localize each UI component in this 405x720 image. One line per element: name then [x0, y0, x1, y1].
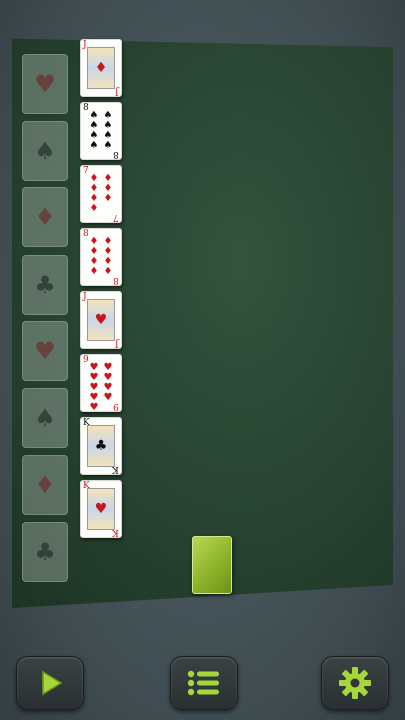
suit-pip: ♦ — [103, 193, 113, 204]
suit-pip: ♥ — [94, 312, 108, 328]
face-card-art: ♦ — [87, 47, 115, 89]
suit-pip: ♥ — [103, 392, 113, 403]
playing-card[interactable]: K K ♥ — [80, 480, 122, 538]
playing-card[interactable]: K K ♣ — [80, 417, 122, 475]
settings-button[interactable] — [321, 656, 389, 710]
card-rank: J — [115, 338, 119, 348]
suit-pip: ♣ — [94, 438, 108, 454]
foundation-slot-heart[interactable]: ♥ — [22, 54, 68, 114]
diamond-icon: ♦ — [34, 203, 56, 231]
suit-pip: ♥ — [89, 402, 99, 412]
foundation-slot-diamond[interactable]: ♦ — [22, 455, 68, 515]
foundation-slot-heart[interactable]: ♥ — [22, 321, 68, 381]
face-card-art: ♣ — [87, 425, 115, 467]
foundation-slot-spade[interactable]: ♠ — [22, 388, 68, 448]
suit-pip: ♦ — [89, 266, 99, 277]
game-table — [12, 38, 393, 608]
playing-card[interactable]: 77♦♦♦♦♦♦♦♦ — [80, 165, 122, 223]
spade-icon: ♠ — [34, 404, 56, 432]
foundation-slot-club[interactable]: ♣ — [22, 522, 68, 582]
play-button[interactable] — [16, 656, 84, 710]
card-pips: ♦ ♦ ♦ ♦ ♦ ♦ ♦ ♦ — [87, 237, 115, 277]
spade-icon: ♠ — [34, 137, 56, 165]
suit-pip: ♥ — [94, 501, 108, 517]
menu-button[interactable] — [170, 656, 238, 710]
club-icon: ♣ — [34, 271, 56, 299]
foundation-slot-spade[interactable]: ♠ — [22, 121, 68, 181]
foundation-slot-diamond[interactable]: ♦ — [22, 187, 68, 247]
suit-pip: ♦ — [89, 203, 99, 214]
gear-icon — [339, 667, 371, 699]
playing-card[interactable]: 88♠♠♠♠♠♠♠♠♠ — [80, 102, 122, 160]
card-pips: ♦ ♦ ♦ ♦ ♦ ♦ ♦ — [87, 174, 115, 214]
club-icon: ♣ — [34, 538, 56, 566]
playing-card[interactable]: J J ♦ — [80, 39, 122, 97]
suit-pip: ♦ — [103, 266, 113, 277]
heart-icon: ♥ — [34, 70, 56, 98]
diamond-icon: ♦ — [34, 471, 56, 499]
face-card-art: ♥ — [87, 299, 115, 341]
playing-card[interactable]: J J ♥ — [80, 291, 122, 349]
playing-card[interactable]: 99♥♥♥♥♥♥♥♥♥♥ — [80, 354, 122, 412]
menu-icon — [187, 670, 219, 696]
suit-pip: ♠ — [103, 140, 113, 151]
card-pips: ♠ ♠ ♠ ♠ ♠ ♠ ♠ ♠ — [87, 111, 115, 151]
foundation-slot-club[interactable]: ♣ — [22, 255, 68, 315]
playing-card[interactable]: 88♦♦♦♦♦♦♦♦♦ — [80, 228, 122, 286]
suit-pip: ♦ — [94, 60, 108, 76]
heart-icon: ♥ — [34, 337, 56, 365]
card-pips: ♥ ♥ ♥ ♥ ♥ ♥ ♥ ♥ ♥ — [87, 363, 115, 412]
stock-pile[interactable] — [192, 536, 232, 594]
play-icon — [42, 670, 63, 696]
card-rank: J — [115, 86, 119, 96]
face-card-art: ♥ — [87, 488, 115, 530]
suit-pip: ♠ — [89, 140, 99, 151]
